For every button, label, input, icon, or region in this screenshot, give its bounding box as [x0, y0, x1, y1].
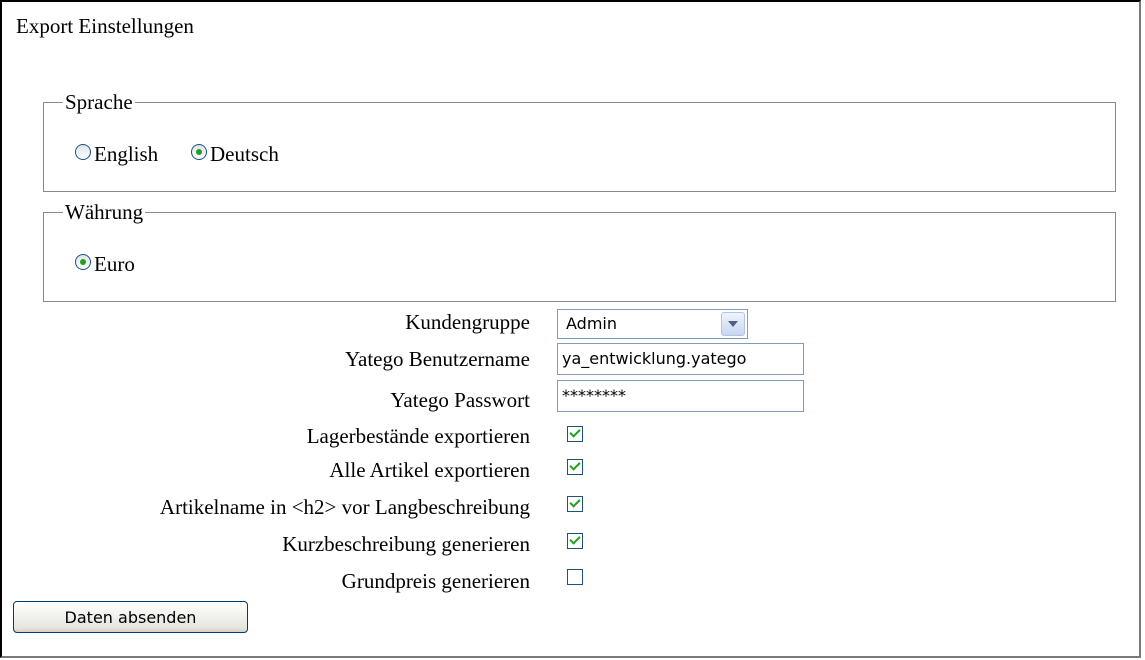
article-name-h2-checkbox[interactable] — [567, 496, 583, 512]
radio-deutsch[interactable] — [191, 144, 207, 160]
stock-export-checkbox[interactable] — [567, 426, 583, 442]
all-articles-label: Alle Artikel exportieren — [329, 458, 530, 482]
article-name-h2-label: Artikelname in <h2> vor Langbeschreibung — [159, 495, 530, 519]
currency-fieldset — [43, 212, 1116, 302]
currency-legend: Währung — [63, 200, 146, 224]
chevron-down-icon[interactable] — [721, 312, 745, 336]
stock-export-label: Lagerbestände exportieren — [306, 424, 530, 448]
radio-euro-label: Euro — [94, 252, 135, 276]
export-settings-legend: Export Einstellungen — [14, 14, 196, 38]
short-description-checkbox[interactable] — [567, 533, 583, 549]
username-label: Yatego Benutzername — [344, 347, 530, 371]
customer-group-value: Admin — [566, 314, 617, 333]
customer-group-label: Kundengruppe — [405, 310, 530, 334]
base-price-checkbox[interactable] — [567, 569, 583, 585]
username-input[interactable]: ya_entwicklung.yatego — [557, 343, 804, 375]
short-description-label: Kurzbeschreibung generieren — [282, 532, 530, 556]
radio-deutsch-label: Deutsch — [210, 142, 279, 166]
customer-group-select[interactable]: Admin — [557, 309, 748, 339]
radio-english[interactable] — [75, 144, 91, 160]
password-input[interactable]: ******** — [557, 380, 804, 412]
language-legend: Sprache — [63, 90, 135, 114]
radio-euro[interactable] — [75, 254, 91, 270]
all-articles-checkbox[interactable] — [567, 459, 583, 475]
submit-button[interactable]: Daten absenden — [13, 601, 248, 633]
radio-english-label: English — [94, 142, 159, 166]
password-label: Yatego Passwort — [390, 388, 530, 412]
base-price-label: Grundpreis generieren — [341, 569, 530, 593]
